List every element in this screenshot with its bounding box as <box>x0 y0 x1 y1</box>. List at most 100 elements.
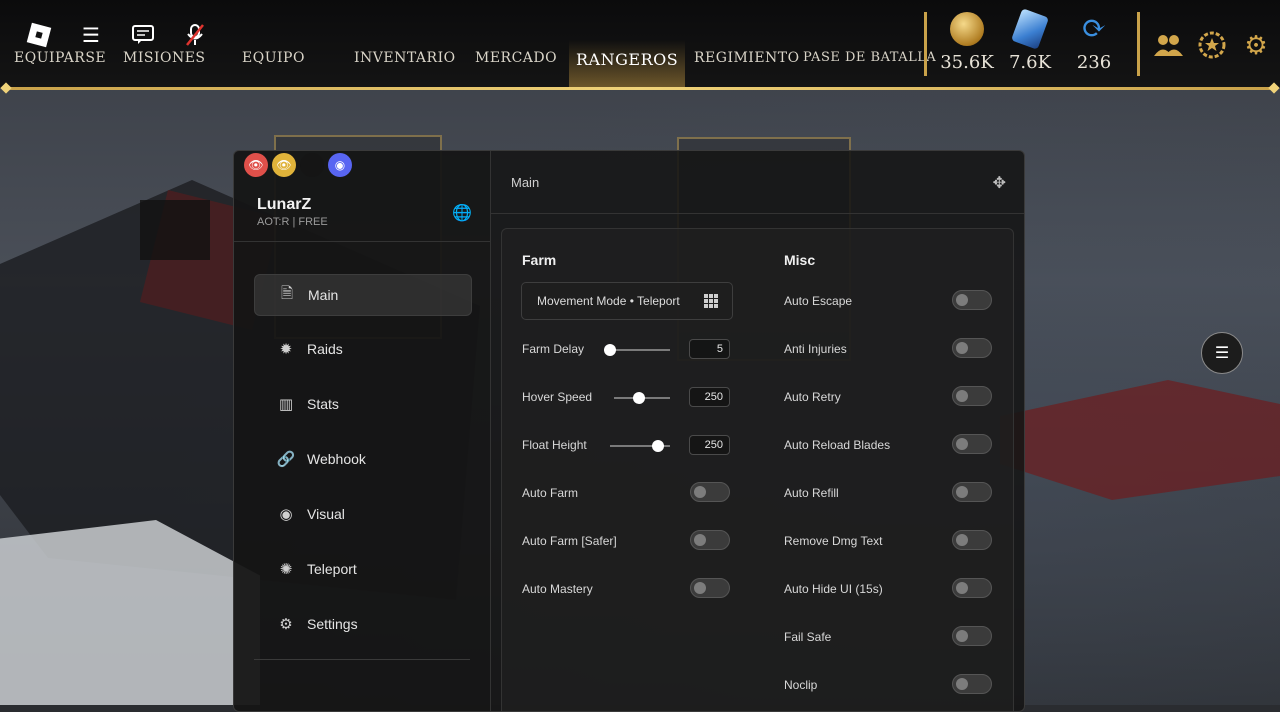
auto-refill-label: Auto Refill <box>784 486 839 500</box>
auto-retry-label: Auto Retry <box>784 390 841 404</box>
float-height-input[interactable]: 250 <box>689 435 730 455</box>
sidebar: 👁 👁 ◉ LunarZ AOT:R | FREE 🌐 🗎 Main ✹ Rai… <box>234 151 491 711</box>
auto-escape-toggle[interactable] <box>952 290 992 310</box>
discord-icon[interactable]: ◉ <box>328 153 352 177</box>
movement-mode-dropdown[interactable]: Movement Mode • Teleport <box>521 282 733 320</box>
tab-inventario[interactable]: INVENTARIO <box>354 50 456 66</box>
auto-retry-toggle[interactable] <box>952 386 992 406</box>
brand-subtitle: AOT:R | FREE <box>257 216 328 228</box>
window-controls: 👁 👁 ◉ <box>244 153 352 177</box>
auto-farm-toggle[interactable] <box>690 482 730 502</box>
hover-speed-input[interactable]: 250 <box>689 387 730 407</box>
document-icon: 🗎 <box>280 284 294 302</box>
float-height-label: Float Height <box>522 438 587 452</box>
sidebar-item-raids[interactable]: ✹ Raids <box>254 329 470 369</box>
roblox-logo-icon[interactable] <box>22 20 56 50</box>
tab-regimiento[interactable]: REGIMIENTO <box>694 50 800 66</box>
rank-badge-icon[interactable] <box>1196 30 1228 60</box>
mic-muted-icon[interactable] <box>178 20 212 50</box>
auto-mastery-toggle[interactable] <box>690 578 730 598</box>
anti-injuries-label: Anti Injuries <box>784 342 847 356</box>
noclip-label: Noclip <box>784 678 818 692</box>
system-icons: ☰ <box>22 20 212 50</box>
divider <box>924 12 927 76</box>
gold-coin-icon <box>950 12 984 46</box>
chat-icon[interactable] <box>126 20 160 50</box>
spider-icon: ✹ <box>279 341 293 358</box>
fail-safe-label: Fail Safe <box>784 630 832 644</box>
auto-refill-toggle[interactable] <box>952 482 992 502</box>
dropdown-value: Movement Mode • Teleport <box>537 294 680 308</box>
remove-dmg-text-toggle[interactable] <box>952 530 992 550</box>
sidebar-item-teleport[interactable]: ✺ Teleport <box>254 549 470 589</box>
link-icon: 🔗 <box>276 451 296 468</box>
grid-icon <box>704 294 718 308</box>
move-icon[interactable]: ✥ <box>993 173 1006 193</box>
currency-spins-value: 236 <box>1076 52 1112 73</box>
hamburger-icon: ☰ <box>1214 345 1230 362</box>
fail-safe-toggle[interactable] <box>952 626 992 646</box>
farm-delay-slider[interactable] <box>604 344 670 356</box>
auto-mastery-label: Auto Mastery <box>522 582 593 596</box>
tab-pase-de-batalla[interactable]: PASE DE BATALLA <box>803 50 936 65</box>
sidebar-item-main[interactable]: 🗎 Main <box>254 274 472 316</box>
cannon-structure <box>140 200 210 260</box>
auto-farm-safer-toggle[interactable] <box>690 530 730 550</box>
anti-injuries-toggle[interactable] <box>952 338 992 358</box>
sidebar-item-label: Stats <box>307 396 339 412</box>
globe-icon[interactable]: 🌐 <box>452 203 472 223</box>
sidebar-item-label: Webhook <box>307 451 366 467</box>
auto-hide-ui-toggle[interactable] <box>952 578 992 598</box>
auto-escape-label: Auto Escape <box>784 294 853 308</box>
currency-gold: 35.6K <box>939 12 995 73</box>
menu-icon[interactable]: ☰ <box>74 20 108 50</box>
friends-icon[interactable] <box>1152 30 1184 60</box>
farm-delay-input[interactable]: 5 <box>689 339 730 359</box>
currency-crystal-value: 7.6K <box>1008 52 1052 73</box>
noclip-toggle[interactable] <box>952 674 992 694</box>
bar-chart-icon: ▥ <box>278 396 294 413</box>
hover-speed-slider[interactable] <box>614 392 670 404</box>
page-title: Main <box>511 175 540 190</box>
currency-crystal: 7.6K <box>1002 8 1058 73</box>
top-navigation-bar: ☰ EQUIPARSE MISIONES EQUIPO INVENTARIO M… <box>0 0 1280 88</box>
auto-reload-blades-label: Auto Reload Blades <box>784 438 891 452</box>
divider <box>1137 12 1140 76</box>
hover-speed-label: Hover Speed <box>522 390 593 404</box>
divider <box>234 241 490 242</box>
black-dot-icon[interactable] <box>300 153 324 177</box>
auto-farm-safer-label: Auto Farm [Safer] <box>522 534 617 548</box>
tab-rangeros[interactable]: RANGEROS <box>569 40 686 87</box>
main-header: Main ✥ <box>491 151 1024 214</box>
floating-menu-button[interactable]: ☰ <box>1201 332 1243 374</box>
float-height-slider[interactable] <box>610 440 670 452</box>
eye-icon: ◉ <box>279 506 293 523</box>
auto-reload-blades-toggle[interactable] <box>952 434 992 454</box>
auto-farm-label: Auto Farm <box>522 486 579 500</box>
sidebar-item-label: Main <box>308 287 339 303</box>
yellow-eye-icon[interactable]: 👁 <box>272 153 296 177</box>
gear-icon: ⚙ <box>279 616 293 633</box>
brand-title: LunarZ <box>257 196 312 213</box>
tab-misiones[interactable]: MISIONES <box>123 50 206 66</box>
crystal-icon <box>1011 8 1049 50</box>
tab-equipo[interactable]: EQUIPO <box>242 50 305 66</box>
sidebar-item-label: Settings <box>307 616 358 632</box>
sparkle-icon: ✺ <box>279 561 293 578</box>
slider-knob[interactable] <box>604 344 616 356</box>
lunarz-window: 👁 👁 ◉ LunarZ AOT:R | FREE 🌐 🗎 Main ✹ Rai… <box>233 150 1025 712</box>
section-title-misc: Misc <box>784 252 816 268</box>
slider-knob[interactable] <box>652 440 664 452</box>
sidebar-item-webhook[interactable]: 🔗 Webhook <box>254 439 470 479</box>
sidebar-item-settings[interactable]: ⚙ Settings <box>254 604 470 644</box>
settings-gear-icon[interactable]: ⚙ <box>1240 30 1272 60</box>
red-eye-icon[interactable]: 👁 <box>244 153 268 177</box>
tab-equiparse[interactable]: EQUIPARSE <box>14 50 106 66</box>
section-title-farm: Farm <box>522 252 557 268</box>
tab-mercado[interactable]: MERCADO <box>475 50 557 66</box>
currency-spins: ⟳ 236 <box>1066 12 1122 74</box>
sidebar-item-label: Raids <box>307 341 343 357</box>
sidebar-item-visual[interactable]: ◉ Visual <box>254 494 470 534</box>
remove-dmg-text-label: Remove Dmg Text <box>784 534 883 548</box>
sidebar-item-stats[interactable]: ▥ Stats <box>254 384 470 424</box>
